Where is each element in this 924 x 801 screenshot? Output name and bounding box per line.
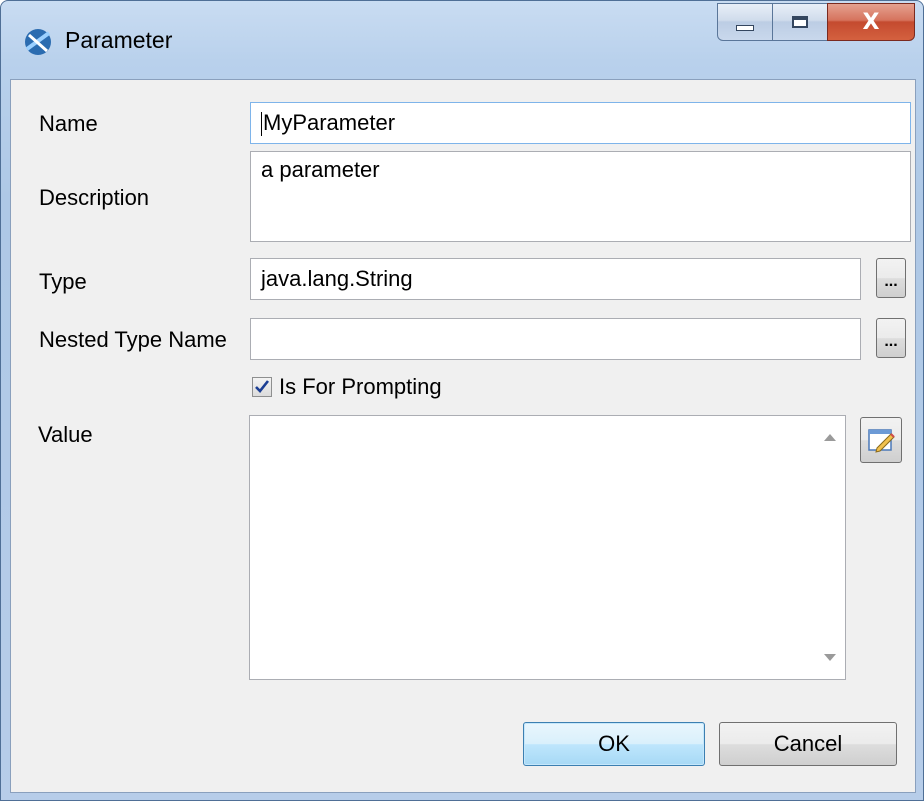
close-button[interactable]: X [827,3,915,41]
title-bar[interactable]: Parameter X [1,1,924,81]
window-title: Parameter [65,27,173,53]
nested-type-name-input[interactable] [250,318,861,360]
is-for-prompting-label[interactable]: Is For Prompting [279,374,442,400]
value-scrollbar[interactable] [816,417,844,678]
minimize-button[interactable] [717,3,773,41]
is-for-prompting-checkbox[interactable] [252,377,272,397]
type-browse-button[interactable]: ... [876,258,906,298]
app-logo-icon [23,27,53,57]
edit-pencil-icon [868,429,895,453]
scroll-up-icon[interactable] [824,433,836,441]
dialog-window: Parameter X Name MyParameter Description… [0,0,924,801]
scroll-down-icon[interactable] [824,654,836,662]
nested-type-browse-button[interactable]: ... [876,318,906,358]
name-label: Name [39,111,98,136]
name-input[interactable]: MyParameter [250,102,911,144]
cancel-button-label: Cancel [773,731,843,756]
description-label: Description [39,185,150,210]
maximize-button[interactable] [772,3,828,41]
value-edit-button[interactable] [860,417,902,463]
ok-button[interactable]: OK [523,722,705,766]
value-textarea[interactable] [249,415,846,680]
nested-type-browse-label: ... [884,333,898,350]
close-icon: X [862,9,880,35]
ok-button-label: OK [598,731,630,756]
text-caret [261,112,262,137]
type-browse-label: ... [884,273,898,290]
maximize-icon [792,16,808,28]
type-label: Type [39,269,87,294]
cancel-button[interactable]: Cancel [719,722,897,766]
checkmark-icon [255,380,270,393]
description-textarea[interactable]: a parameter [250,151,911,242]
type-input[interactable]: java.lang.String [250,258,861,300]
name-value: MyParameter [263,110,396,135]
type-value: java.lang.String [261,266,413,291]
description-value: a parameter [261,157,380,182]
value-label: Value [38,422,93,447]
minimize-icon [736,25,754,31]
nested-type-name-label: Nested Type Name [39,327,227,352]
